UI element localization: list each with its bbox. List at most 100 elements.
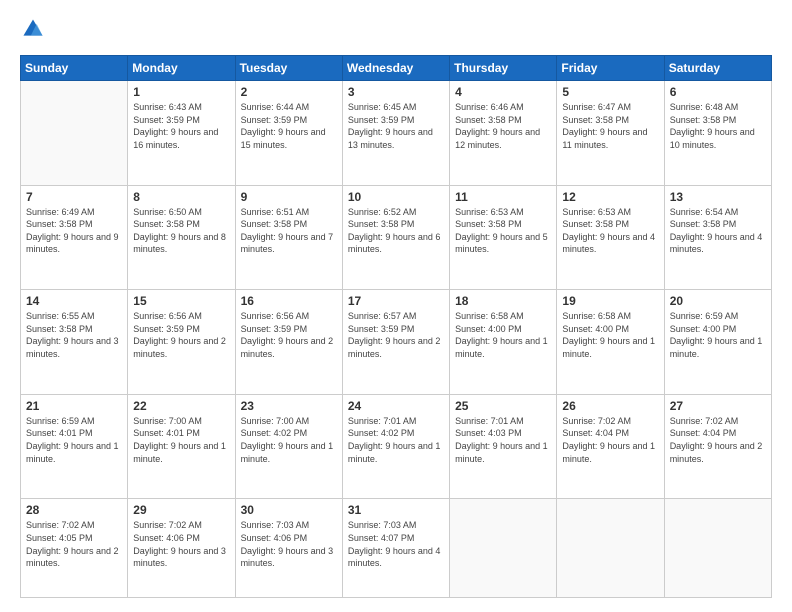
calendar: SundayMondayTuesdayWednesdayThursdayFrid… — [20, 55, 772, 598]
calendar-cell: 13 Sunrise: 6:54 AM Sunset: 3:58 PM Dayl… — [664, 185, 771, 290]
day-info: Sunrise: 6:47 AM Sunset: 3:58 PM Dayligh… — [562, 101, 658, 151]
day-number: 30 — [241, 503, 337, 517]
day-number: 13 — [670, 190, 766, 204]
day-info: Sunrise: 6:54 AM Sunset: 3:58 PM Dayligh… — [670, 206, 766, 256]
day-number: 3 — [348, 85, 444, 99]
calendar-cell: 5 Sunrise: 6:47 AM Sunset: 3:58 PM Dayli… — [557, 81, 664, 186]
day-info: Sunrise: 7:00 AM Sunset: 4:02 PM Dayligh… — [241, 415, 337, 465]
calendar-cell: 31 Sunrise: 7:03 AM Sunset: 4:07 PM Dayl… — [342, 499, 449, 598]
day-number: 4 — [455, 85, 551, 99]
day-number: 18 — [455, 294, 551, 308]
day-number: 23 — [241, 399, 337, 413]
day-number: 21 — [26, 399, 122, 413]
day-number: 2 — [241, 85, 337, 99]
calendar-cell: 27 Sunrise: 7:02 AM Sunset: 4:04 PM Dayl… — [664, 394, 771, 499]
day-info: Sunrise: 6:52 AM Sunset: 3:58 PM Dayligh… — [348, 206, 444, 256]
calendar-cell: 8 Sunrise: 6:50 AM Sunset: 3:58 PM Dayli… — [128, 185, 235, 290]
day-number: 9 — [241, 190, 337, 204]
day-number: 16 — [241, 294, 337, 308]
day-number: 15 — [133, 294, 229, 308]
page: SundayMondayTuesdayWednesdayThursdayFrid… — [0, 0, 792, 612]
day-info: Sunrise: 6:51 AM Sunset: 3:58 PM Dayligh… — [241, 206, 337, 256]
day-number: 26 — [562, 399, 658, 413]
weekday-header-tuesday: Tuesday — [235, 56, 342, 81]
weekday-header-friday: Friday — [557, 56, 664, 81]
calendar-cell: 18 Sunrise: 6:58 AM Sunset: 4:00 PM Dayl… — [450, 290, 557, 395]
calendar-cell: 2 Sunrise: 6:44 AM Sunset: 3:59 PM Dayli… — [235, 81, 342, 186]
day-info: Sunrise: 6:53 AM Sunset: 3:58 PM Dayligh… — [562, 206, 658, 256]
calendar-cell: 20 Sunrise: 6:59 AM Sunset: 4:00 PM Dayl… — [664, 290, 771, 395]
day-info: Sunrise: 6:58 AM Sunset: 4:00 PM Dayligh… — [562, 310, 658, 360]
day-info: Sunrise: 6:49 AM Sunset: 3:58 PM Dayligh… — [26, 206, 122, 256]
day-number: 24 — [348, 399, 444, 413]
calendar-cell — [21, 81, 128, 186]
calendar-cell: 9 Sunrise: 6:51 AM Sunset: 3:58 PM Dayli… — [235, 185, 342, 290]
calendar-cell: 30 Sunrise: 7:03 AM Sunset: 4:06 PM Dayl… — [235, 499, 342, 598]
day-info: Sunrise: 7:02 AM Sunset: 4:06 PM Dayligh… — [133, 519, 229, 569]
calendar-cell — [557, 499, 664, 598]
day-number: 19 — [562, 294, 658, 308]
day-info: Sunrise: 6:46 AM Sunset: 3:58 PM Dayligh… — [455, 101, 551, 151]
calendar-cell: 6 Sunrise: 6:48 AM Sunset: 3:58 PM Dayli… — [664, 81, 771, 186]
day-number: 5 — [562, 85, 658, 99]
header — [20, 18, 772, 45]
day-number: 20 — [670, 294, 766, 308]
logo — [20, 18, 44, 45]
week-row-1: 1 Sunrise: 6:43 AM Sunset: 3:59 PM Dayli… — [21, 81, 772, 186]
week-row-3: 14 Sunrise: 6:55 AM Sunset: 3:58 PM Dayl… — [21, 290, 772, 395]
calendar-cell: 24 Sunrise: 7:01 AM Sunset: 4:02 PM Dayl… — [342, 394, 449, 499]
day-number: 8 — [133, 190, 229, 204]
day-info: Sunrise: 6:53 AM Sunset: 3:58 PM Dayligh… — [455, 206, 551, 256]
weekday-header-saturday: Saturday — [664, 56, 771, 81]
calendar-cell — [664, 499, 771, 598]
day-info: Sunrise: 6:55 AM Sunset: 3:58 PM Dayligh… — [26, 310, 122, 360]
day-info: Sunrise: 6:43 AM Sunset: 3:59 PM Dayligh… — [133, 101, 229, 151]
day-info: Sunrise: 6:56 AM Sunset: 3:59 PM Dayligh… — [241, 310, 337, 360]
calendar-cell: 3 Sunrise: 6:45 AM Sunset: 3:59 PM Dayli… — [342, 81, 449, 186]
day-info: Sunrise: 7:02 AM Sunset: 4:05 PM Dayligh… — [26, 519, 122, 569]
day-info: Sunrise: 7:00 AM Sunset: 4:01 PM Dayligh… — [133, 415, 229, 465]
calendar-cell: 11 Sunrise: 6:53 AM Sunset: 3:58 PM Dayl… — [450, 185, 557, 290]
day-info: Sunrise: 7:02 AM Sunset: 4:04 PM Dayligh… — [670, 415, 766, 465]
week-row-4: 21 Sunrise: 6:59 AM Sunset: 4:01 PM Dayl… — [21, 394, 772, 499]
day-number: 6 — [670, 85, 766, 99]
calendar-cell: 19 Sunrise: 6:58 AM Sunset: 4:00 PM Dayl… — [557, 290, 664, 395]
day-info: Sunrise: 6:50 AM Sunset: 3:58 PM Dayligh… — [133, 206, 229, 256]
day-number: 12 — [562, 190, 658, 204]
calendar-cell: 10 Sunrise: 6:52 AM Sunset: 3:58 PM Dayl… — [342, 185, 449, 290]
weekday-header-thursday: Thursday — [450, 56, 557, 81]
day-info: Sunrise: 6:56 AM Sunset: 3:59 PM Dayligh… — [133, 310, 229, 360]
day-number: 27 — [670, 399, 766, 413]
weekday-header-sunday: Sunday — [21, 56, 128, 81]
calendar-cell: 26 Sunrise: 7:02 AM Sunset: 4:04 PM Dayl… — [557, 394, 664, 499]
day-number: 31 — [348, 503, 444, 517]
calendar-cell: 17 Sunrise: 6:57 AM Sunset: 3:59 PM Dayl… — [342, 290, 449, 395]
day-number: 11 — [455, 190, 551, 204]
calendar-cell: 22 Sunrise: 7:00 AM Sunset: 4:01 PM Dayl… — [128, 394, 235, 499]
day-info: Sunrise: 6:58 AM Sunset: 4:00 PM Dayligh… — [455, 310, 551, 360]
day-number: 10 — [348, 190, 444, 204]
week-row-5: 28 Sunrise: 7:02 AM Sunset: 4:05 PM Dayl… — [21, 499, 772, 598]
calendar-cell: 12 Sunrise: 6:53 AM Sunset: 3:58 PM Dayl… — [557, 185, 664, 290]
week-row-2: 7 Sunrise: 6:49 AM Sunset: 3:58 PM Dayli… — [21, 185, 772, 290]
day-info: Sunrise: 7:01 AM Sunset: 4:02 PM Dayligh… — [348, 415, 444, 465]
weekday-header-wednesday: Wednesday — [342, 56, 449, 81]
day-info: Sunrise: 7:03 AM Sunset: 4:07 PM Dayligh… — [348, 519, 444, 569]
weekday-header-monday: Monday — [128, 56, 235, 81]
calendar-cell: 21 Sunrise: 6:59 AM Sunset: 4:01 PM Dayl… — [21, 394, 128, 499]
day-info: Sunrise: 7:02 AM Sunset: 4:04 PM Dayligh… — [562, 415, 658, 465]
day-info: Sunrise: 6:57 AM Sunset: 3:59 PM Dayligh… — [348, 310, 444, 360]
day-info: Sunrise: 7:01 AM Sunset: 4:03 PM Dayligh… — [455, 415, 551, 465]
day-info: Sunrise: 7:03 AM Sunset: 4:06 PM Dayligh… — [241, 519, 337, 569]
calendar-cell: 15 Sunrise: 6:56 AM Sunset: 3:59 PM Dayl… — [128, 290, 235, 395]
day-info: Sunrise: 6:59 AM Sunset: 4:01 PM Dayligh… — [26, 415, 122, 465]
calendar-cell: 29 Sunrise: 7:02 AM Sunset: 4:06 PM Dayl… — [128, 499, 235, 598]
calendar-cell — [450, 499, 557, 598]
day-number: 1 — [133, 85, 229, 99]
calendar-cell: 4 Sunrise: 6:46 AM Sunset: 3:58 PM Dayli… — [450, 81, 557, 186]
weekday-header-row: SundayMondayTuesdayWednesdayThursdayFrid… — [21, 56, 772, 81]
day-number: 28 — [26, 503, 122, 517]
day-number: 25 — [455, 399, 551, 413]
calendar-cell: 28 Sunrise: 7:02 AM Sunset: 4:05 PM Dayl… — [21, 499, 128, 598]
day-number: 29 — [133, 503, 229, 517]
